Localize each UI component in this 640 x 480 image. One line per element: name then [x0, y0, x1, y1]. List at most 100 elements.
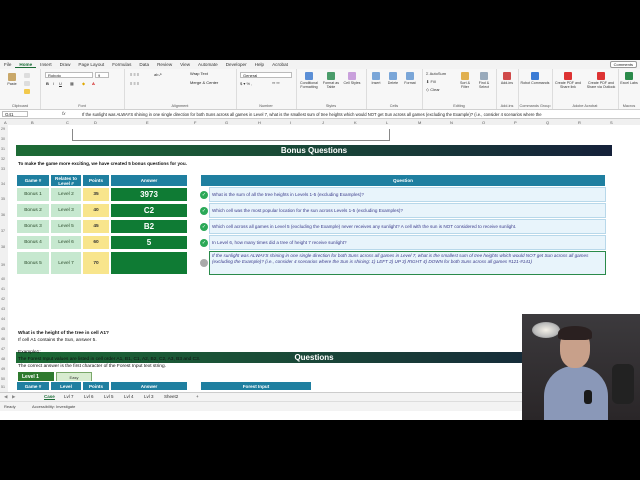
bold-button[interactable]: B	[46, 81, 49, 86]
row-header[interactable]: 32	[1, 157, 5, 161]
clear-button[interactable]: ◇ Clear	[426, 87, 440, 92]
column-header[interactable]: O	[482, 120, 485, 125]
accessibility-status[interactable]: Accessibility: Investigate	[32, 404, 75, 409]
row-header[interactable]: 41	[1, 287, 5, 291]
insert-cells-button[interactable]: Insert	[368, 72, 384, 85]
conditional-formatting-button[interactable]: Conditional Formatting	[298, 72, 320, 89]
row-header[interactable]: 50	[1, 377, 5, 381]
row-header[interactable]: 49	[1, 367, 5, 371]
column-header[interactable]: K	[354, 120, 357, 125]
tab-review[interactable]: Review	[153, 62, 176, 67]
bonus-question-cell[interactable]: In Level 6, how many times did a tree of…	[209, 235, 606, 250]
bonus-question-cell[interactable]: Which cell across all games in Level 5 (…	[209, 219, 606, 234]
scroll-left-icon[interactable]: ◀	[4, 394, 7, 400]
row-header[interactable]: 43	[1, 307, 5, 311]
italic-button[interactable]: I	[53, 81, 54, 86]
column-header[interactable]: L	[386, 120, 388, 125]
tab-home[interactable]: Home	[15, 62, 37, 68]
bonus-game-cell[interactable]: Bonus 5	[16, 251, 50, 275]
tab-automate[interactable]: Automate	[194, 62, 222, 67]
font-color-icon[interactable]: A	[92, 81, 95, 86]
name-box[interactable]: G41	[2, 111, 28, 117]
column-header[interactable]: F	[194, 120, 196, 125]
column-header[interactable]: B	[31, 120, 34, 125]
paste-button[interactable]: Paste	[4, 73, 20, 86]
sheet-tab-lvl7[interactable]: Lvl 7	[64, 394, 74, 399]
column-header[interactable]: E	[146, 120, 149, 125]
column-header[interactable]: N	[450, 120, 453, 125]
bonus-level-cell[interactable]: Level 2	[50, 187, 82, 202]
create-pdf-share-button[interactable]: Create PDF and Share link	[553, 72, 583, 89]
row-header[interactable]: 40	[1, 277, 5, 281]
tab-insert[interactable]: Insert	[36, 62, 56, 67]
row-header[interactable]: 29	[1, 127, 5, 131]
bonus-answer-cell[interactable]: 3973	[110, 187, 188, 202]
tab-view[interactable]: View	[176, 62, 194, 67]
tab-help[interactable]: Help	[251, 62, 268, 67]
bonus-game-cell[interactable]: Bonus 1	[16, 187, 50, 202]
bonus-answer-cell[interactable]: 5	[110, 235, 188, 250]
bonus-question-cell[interactable]: What is the sum of all the tree heights …	[209, 187, 606, 202]
sheet-tab-sheet2[interactable]: Sheet2	[164, 394, 178, 399]
bonus-answer-cell[interactable]: C2	[110, 203, 188, 218]
sheet-tab-lvl5[interactable]: Lvl 5	[104, 394, 114, 399]
bonus-level-cell[interactable]: Level 5	[50, 219, 82, 234]
row-header[interactable]: 31	[1, 147, 5, 151]
sheet-tab-case[interactable]: Case	[44, 394, 55, 400]
tab-developer[interactable]: Developer	[222, 62, 251, 67]
row-header[interactable]: 46	[1, 337, 5, 341]
row-header[interactable]: 33	[1, 167, 5, 171]
sheet-tab-lvl4[interactable]: Lvl 4	[124, 394, 134, 399]
borders-icon[interactable]: ▦	[70, 81, 74, 86]
font-name-select[interactable]: Roboto	[45, 72, 93, 78]
bonus-game-cell[interactable]: Bonus 4	[16, 235, 50, 250]
merge-center-button[interactable]: Merge & Center	[188, 80, 232, 86]
cut-button[interactable]	[22, 73, 32, 79]
row-header[interactable]: 51	[1, 385, 5, 389]
cell-styles-button[interactable]: Cell Styles	[342, 72, 362, 85]
tab-page-layout[interactable]: Page Layout	[74, 62, 108, 67]
column-header[interactable]: A	[4, 120, 7, 125]
column-header[interactable]: P	[514, 120, 517, 125]
bonus-level-cell[interactable]: Level 3	[50, 203, 82, 218]
fx-icon[interactable]: fx	[62, 111, 66, 116]
robot-commands-button[interactable]: Robot Commands	[520, 72, 550, 85]
row-header[interactable]: 39	[1, 263, 5, 267]
bonus-game-cell[interactable]: Bonus 2	[16, 203, 50, 218]
column-header[interactable]: M	[418, 120, 421, 125]
row-header[interactable]: 42	[1, 297, 5, 301]
bonus-level-cell[interactable]: Level 6	[50, 235, 82, 250]
addins-button[interactable]: Add-ins	[498, 72, 516, 85]
bonus-points-cell[interactable]: 60	[82, 235, 110, 250]
column-header[interactable]: H	[258, 120, 261, 125]
fill-color-icon[interactable]: ◆	[82, 81, 85, 86]
format-painter-button[interactable]	[22, 89, 32, 95]
delete-cells-button[interactable]: Delete	[385, 72, 401, 85]
bonus-points-cell[interactable]: 40	[82, 203, 110, 218]
tab-formulas[interactable]: Formulas	[108, 62, 135, 67]
column-header[interactable]: R	[578, 120, 581, 125]
tab-draw[interactable]: Draw	[56, 62, 75, 67]
column-header[interactable]: J	[322, 120, 324, 125]
bonus-points-cell[interactable]: 35	[82, 187, 110, 202]
find-select-button[interactable]: Find & Select	[475, 72, 493, 89]
orientation-icon[interactable]: ab↗	[154, 72, 162, 77]
autosum-button[interactable]: Σ AutoSum	[426, 71, 446, 76]
currency-icon[interactable]: $ ▾ % ,	[240, 81, 252, 86]
bonus-question-cell-selected[interactable]: If the sunlight was ALWAYS shining in on…	[209, 251, 606, 275]
bonus-points-cell[interactable]: 45	[82, 219, 110, 234]
row-header[interactable]: 44	[1, 317, 5, 321]
bonus-question-cell[interactable]: Which cell was the most popular location…	[209, 203, 606, 218]
sheet-tab-lvl6[interactable]: Lvl 6	[84, 394, 94, 399]
copy-button[interactable]	[22, 81, 32, 87]
row-header[interactable]: 36	[1, 213, 5, 217]
underline-button[interactable]: U	[59, 81, 62, 86]
row-header[interactable]: 45	[1, 327, 5, 331]
bonus-answer-cell[interactable]	[110, 251, 188, 275]
excel-labs-button[interactable]: Excel Labs	[619, 72, 639, 85]
align-left-icon[interactable]: ≡ ≡ ≡	[130, 81, 139, 86]
format-cells-button[interactable]: Format	[402, 72, 418, 85]
add-sheet-icon[interactable]: +	[196, 394, 199, 399]
tab-file[interactable]: File	[0, 62, 15, 67]
align-top-icon[interactable]: ≡ ≡ ≡	[130, 72, 139, 77]
